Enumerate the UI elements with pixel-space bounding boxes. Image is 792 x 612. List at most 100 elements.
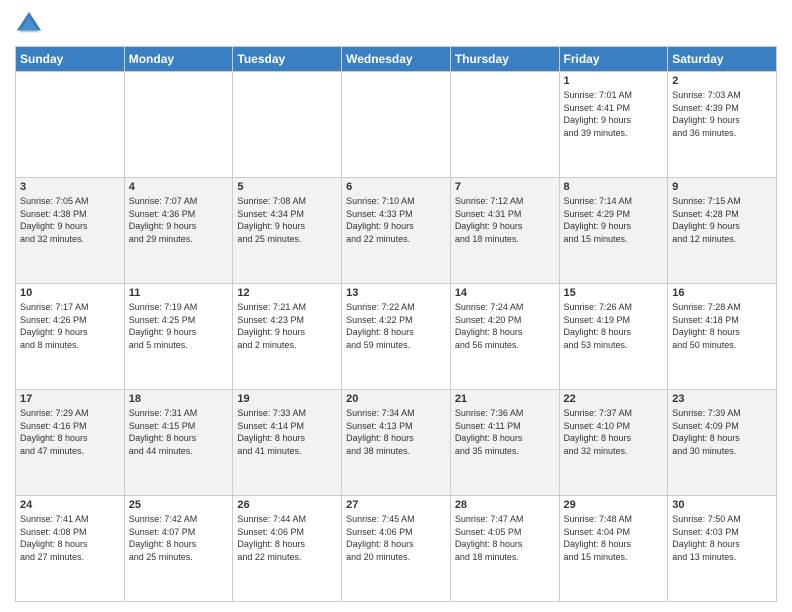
calendar-header-row: SundayMondayTuesdayWednesdayThursdayFrid… (16, 47, 777, 72)
calendar-cell: 12 Sunrise: 7:21 AM Sunset: 4:23 PM Dayli… (233, 284, 342, 390)
calendar-cell: 2Sunrise: 7:03 AM Sunset: 4:39 PM Daylig… (668, 72, 777, 178)
day-info: Sunrise: 7:50 AM Sunset: 4:03 PM Dayligh… (672, 513, 772, 563)
day-number: 29 (564, 499, 664, 511)
calendar-cell: 18Sunrise: 7:31 AM Sunset: 4:15 PM Dayli… (124, 390, 233, 496)
calendar-cell: 7 Sunrise: 7:12 AM Sunset: 4:31 PM Daylig… (450, 178, 559, 284)
calendar-cell (124, 72, 233, 178)
day-number: 7 (455, 181, 555, 193)
calendar-cell: 19 Sunrise: 7:33 AM Sunset: 4:14 PM Dayli… (233, 390, 342, 496)
day-info: Sunrise: 7:28 AM Sunset: 4:18 PM Dayligh… (672, 301, 772, 351)
day-info: Sunrise: 7:36 AM Sunset: 4:11 PM Dayligh… (455, 407, 555, 457)
day-number: 26 (237, 499, 337, 511)
day-header-tuesday: Tuesday (233, 47, 342, 72)
day-number: 25 (129, 499, 229, 511)
day-info: Sunrise: 7:34 AM Sunset: 4:13 PM Dayligh… (346, 407, 446, 457)
day-info: Sunrise: 7:42 AM Sunset: 4:07 PM Dayligh… (129, 513, 229, 563)
calendar-cell: 8 Sunrise: 7:14 AM Sunset: 4:29 PM Daylig… (559, 178, 668, 284)
calendar-cell: 24 Sunrise: 7:41 AM Sunset: 4:08 PM Dayli… (16, 496, 125, 602)
calendar-cell: 13 Sunrise: 7:22 AM Sunset: 4:22 PM Dayli… (342, 284, 451, 390)
calendar-week-row: 24 Sunrise: 7:41 AM Sunset: 4:08 PM Dayli… (16, 496, 777, 602)
day-info: Sunrise: 7:29 AM Sunset: 4:16 PM Dayligh… (20, 407, 120, 457)
calendar-cell: 30 Sunrise: 7:50 AM Sunset: 4:03 PM Dayli… (668, 496, 777, 602)
day-info: Sunrise: 7:08 AM Sunset: 4:34 PM Dayligh… (237, 195, 337, 245)
day-number: 12 (237, 287, 337, 299)
calendar-cell: 23Sunrise: 7:39 AM Sunset: 4:09 PM Dayli… (668, 390, 777, 496)
day-info: Sunrise: 7:21 AM Sunset: 4:23 PM Dayligh… (237, 301, 337, 351)
day-number: 23 (672, 393, 772, 405)
day-number: 6 (346, 181, 446, 193)
day-info: Sunrise: 7:45 AM Sunset: 4:06 PM Dayligh… (346, 513, 446, 563)
day-info: Sunrise: 7:22 AM Sunset: 4:22 PM Dayligh… (346, 301, 446, 351)
day-header-wednesday: Wednesday (342, 47, 451, 72)
day-info: Sunrise: 7:19 AM Sunset: 4:25 PM Dayligh… (129, 301, 229, 351)
calendar-cell: 1 Sunrise: 7:01 AM Sunset: 4:41 PM Daylig… (559, 72, 668, 178)
day-info: Sunrise: 7:26 AM Sunset: 4:19 PM Dayligh… (564, 301, 664, 351)
day-number: 9 (672, 181, 772, 193)
day-number: 20 (346, 393, 446, 405)
calendar-cell: 22Sunrise: 7:37 AM Sunset: 4:10 PM Dayli… (559, 390, 668, 496)
day-info: Sunrise: 7:10 AM Sunset: 4:33 PM Dayligh… (346, 195, 446, 245)
day-number: 10 (20, 287, 120, 299)
calendar-week-row: 10Sunrise: 7:17 AM Sunset: 4:26 PM Dayli… (16, 284, 777, 390)
calendar-cell: 4 Sunrise: 7:07 AM Sunset: 4:36 PM Daylig… (124, 178, 233, 284)
calendar-cell: 10Sunrise: 7:17 AM Sunset: 4:26 PM Dayli… (16, 284, 125, 390)
day-info: Sunrise: 7:12 AM Sunset: 4:31 PM Dayligh… (455, 195, 555, 245)
calendar-cell: 9 Sunrise: 7:15 AM Sunset: 4:28 PM Daylig… (668, 178, 777, 284)
day-number: 4 (129, 181, 229, 193)
day-info: Sunrise: 7:33 AM Sunset: 4:14 PM Dayligh… (237, 407, 337, 457)
day-number: 5 (237, 181, 337, 193)
day-number: 13 (346, 287, 446, 299)
calendar-cell: 28 Sunrise: 7:47 AM Sunset: 4:05 PM Dayli… (450, 496, 559, 602)
day-info: Sunrise: 7:41 AM Sunset: 4:08 PM Dayligh… (20, 513, 120, 563)
calendar-cell: 3Sunrise: 7:05 AM Sunset: 4:38 PM Daylig… (16, 178, 125, 284)
day-info: Sunrise: 7:48 AM Sunset: 4:04 PM Dayligh… (564, 513, 664, 563)
day-number: 1 (564, 75, 664, 87)
header (15, 10, 777, 38)
day-info: Sunrise: 7:44 AM Sunset: 4:06 PM Dayligh… (237, 513, 337, 563)
day-number: 17 (20, 393, 120, 405)
day-number: 21 (455, 393, 555, 405)
calendar-cell: 16 Sunrise: 7:28 AM Sunset: 4:18 PM Dayli… (668, 284, 777, 390)
day-info: Sunrise: 7:15 AM Sunset: 4:28 PM Dayligh… (672, 195, 772, 245)
calendar-cell: 15 Sunrise: 7:26 AM Sunset: 4:19 PM Dayli… (559, 284, 668, 390)
calendar-cell: 6 Sunrise: 7:10 AM Sunset: 4:33 PM Daylig… (342, 178, 451, 284)
calendar-week-row: 1 Sunrise: 7:01 AM Sunset: 4:41 PM Daylig… (16, 72, 777, 178)
calendar-week-row: 17 Sunrise: 7:29 AM Sunset: 4:16 PM Dayli… (16, 390, 777, 496)
day-number: 28 (455, 499, 555, 511)
calendar-cell: 5 Sunrise: 7:08 AM Sunset: 4:34 PM Daylig… (233, 178, 342, 284)
calendar-cell: 17 Sunrise: 7:29 AM Sunset: 4:16 PM Dayli… (16, 390, 125, 496)
page: SundayMondayTuesdayWednesdayThursdayFrid… (0, 0, 792, 612)
day-number: 16 (672, 287, 772, 299)
calendar-cell: 26 Sunrise: 7:44 AM Sunset: 4:06 PM Dayli… (233, 496, 342, 602)
day-number: 8 (564, 181, 664, 193)
day-number: 2 (672, 75, 772, 87)
day-header-sunday: Sunday (16, 47, 125, 72)
day-number: 11 (129, 287, 229, 299)
calendar-cell: 20 Sunrise: 7:34 AM Sunset: 4:13 PM Dayli… (342, 390, 451, 496)
calendar-cell (233, 72, 342, 178)
day-info: Sunrise: 7:24 AM Sunset: 4:20 PM Dayligh… (455, 301, 555, 351)
calendar-cell: 11 Sunrise: 7:19 AM Sunset: 4:25 PM Dayli… (124, 284, 233, 390)
calendar-cell (450, 72, 559, 178)
logo (15, 10, 47, 38)
day-info: Sunrise: 7:47 AM Sunset: 4:05 PM Dayligh… (455, 513, 555, 563)
day-info: Sunrise: 7:07 AM Sunset: 4:36 PM Dayligh… (129, 195, 229, 245)
day-info: Sunrise: 7:31 AM Sunset: 4:15 PM Dayligh… (129, 407, 229, 457)
calendar-cell: 29 Sunrise: 7:48 AM Sunset: 4:04 PM Dayli… (559, 496, 668, 602)
day-number: 27 (346, 499, 446, 511)
calendar-cell: 21 Sunrise: 7:36 AM Sunset: 4:11 PM Dayli… (450, 390, 559, 496)
day-number: 24 (20, 499, 120, 511)
day-number: 14 (455, 287, 555, 299)
day-info: Sunrise: 7:01 AM Sunset: 4:41 PM Dayligh… (564, 89, 664, 139)
day-info: Sunrise: 7:14 AM Sunset: 4:29 PM Dayligh… (564, 195, 664, 245)
day-header-friday: Friday (559, 47, 668, 72)
day-number: 22 (564, 393, 664, 405)
day-header-thursday: Thursday (450, 47, 559, 72)
calendar-table: SundayMondayTuesdayWednesdayThursdayFrid… (15, 46, 777, 602)
day-number: 15 (564, 287, 664, 299)
day-number: 19 (237, 393, 337, 405)
calendar-week-row: 3Sunrise: 7:05 AM Sunset: 4:38 PM Daylig… (16, 178, 777, 284)
calendar-cell (342, 72, 451, 178)
day-number: 3 (20, 181, 120, 193)
day-number: 30 (672, 499, 772, 511)
